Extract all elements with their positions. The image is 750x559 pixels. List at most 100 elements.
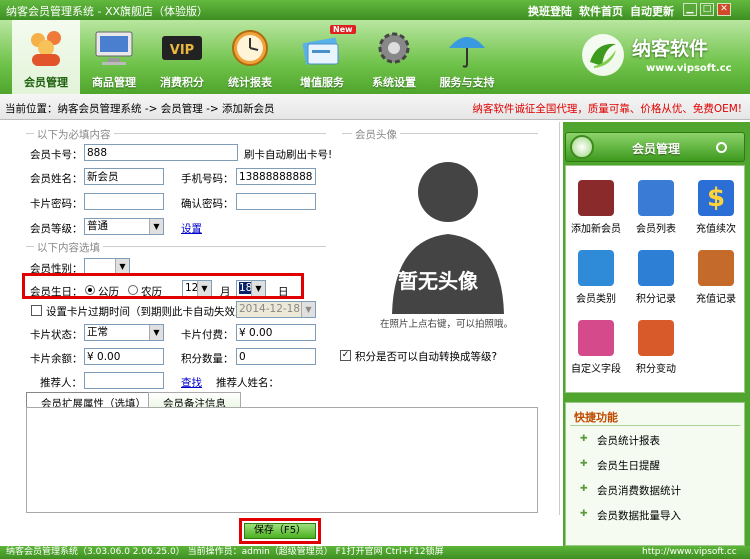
quick-title: 快捷功能	[574, 411, 618, 424]
member-function-grid: 添加新会员 会员列表 $ 充值续次 会员类别 积分记录 充值记录 自定义字段 积分…	[565, 165, 745, 393]
nav-value-added-services[interactable]: New 增值服务	[284, 20, 360, 94]
members-icon	[31, 31, 61, 66]
expiry-label: 设置卡片过期时间（到期则此卡自动失效）	[46, 306, 246, 318]
nav-label: 增值服务	[300, 76, 344, 89]
new-badge: New	[330, 25, 356, 34]
agent-notice: 纳客软件诚征全国代理，质量可靠、价格从优、免费OEM!	[472, 103, 742, 115]
nav-label: 商品管理	[92, 76, 136, 89]
level-select[interactable]: 普通 ▼	[84, 218, 164, 235]
find-referrer-link[interactable]: 查找	[181, 375, 202, 390]
item-label: 积分变动	[636, 364, 676, 375]
auto-update-link[interactable]: 自动更新	[630, 3, 674, 19]
auto-level-label: 积分是否可以自动转换成等级?	[355, 351, 498, 363]
card-status-label: 卡片状态：	[30, 329, 83, 341]
card-status-select[interactable]: 正常 ▼	[84, 324, 164, 341]
recharge-record-item[interactable]: 充值记录	[686, 242, 746, 312]
panel-bullet-icon	[570, 135, 594, 159]
nav-member-management[interactable]: 会员管理	[12, 20, 80, 94]
add-member-item[interactable]: 添加新会员	[566, 172, 626, 242]
balance-label: 卡片余额：	[30, 353, 83, 365]
card-fee-input[interactable]	[236, 324, 316, 341]
points-input[interactable]	[236, 348, 316, 365]
status-url: http://www.vipsoft.cc	[642, 547, 737, 557]
auto-level-checkbox[interactable]: ✓	[340, 350, 351, 361]
item-label: 积分记录	[636, 294, 676, 305]
balance-input[interactable]	[84, 348, 164, 365]
title-bar: 纳客会员管理系统 - XX旗舰店（体验版） 换班登陆 软件首页 自动更新 ▁ □…	[0, 0, 750, 20]
main-toolbar: 会员管理 商品管理 VIP 消费积分 统计报表 New 增值服务 系统设置 服务…	[0, 20, 750, 94]
card-no-input[interactable]	[84, 144, 238, 161]
level-label: 会员等级：	[30, 223, 83, 235]
nav-label: 消费积分	[160, 76, 204, 89]
maximize-icon[interactable]: □	[700, 3, 714, 16]
confirm-password-input[interactable]	[236, 193, 316, 210]
custom-field-item[interactable]: 自定义字段	[566, 312, 626, 382]
password-input[interactable]	[84, 193, 164, 210]
expiry-date-picker[interactable]: 2014-12-18 ▼	[236, 301, 316, 318]
item-label: 会员列表	[636, 224, 676, 235]
bullet-icon: ✚	[580, 434, 588, 444]
quick-functions: 快捷功能 ✚ 会员统计报表 ✚ 会员生日提醒 ✚ 会员消费数据统计 ✚ 会员数据…	[565, 402, 745, 546]
fireworks-icon	[578, 320, 614, 356]
points-label: 积分数量：	[181, 353, 234, 365]
item-label: 充值记录	[696, 294, 736, 305]
phone-label: 手机号码：	[181, 173, 234, 185]
bullet-icon: ✚	[580, 509, 588, 519]
nav-service-support[interactable]: 服务与支持	[428, 20, 506, 94]
nav-system-settings[interactable]: 系统设置	[360, 20, 428, 94]
quick-batch-import[interactable]: 会员数据批量导入	[597, 508, 681, 523]
chevron-down-icon: ▼	[149, 325, 163, 340]
password-label: 卡片密码：	[30, 198, 83, 210]
magnifier-icon	[698, 250, 734, 286]
name-input[interactable]	[84, 168, 164, 185]
phone-input[interactable]	[236, 168, 316, 185]
add-member-icon	[578, 180, 614, 216]
avatar-photo[interactable]: 暂无头像	[372, 144, 524, 314]
item-label: 充值续次	[696, 224, 736, 235]
referrer-name-label: 推荐人姓名：	[216, 377, 279, 389]
recharge-item[interactable]: $ 充值续次	[686, 172, 746, 242]
card-swipe-hint: 刷卡自动刷出卡号!	[244, 149, 333, 161]
clock-icon	[232, 30, 268, 66]
logo-name: 纳客软件	[632, 38, 709, 60]
nav-label: 系统设置	[372, 76, 416, 89]
level-settings-link[interactable]: 设置	[181, 221, 202, 236]
points-change-item[interactable]: 积分变动	[626, 312, 686, 382]
item-label: 自定义字段	[571, 364, 621, 375]
panel-circle-icon	[716, 142, 727, 153]
switch-shift-link[interactable]: 换班登陆	[528, 3, 572, 19]
birthday-highlight	[22, 273, 304, 299]
save-button[interactable]: 保存（F5）	[244, 523, 316, 539]
minimize-icon[interactable]: ▁	[683, 3, 697, 16]
item-label: 添加新会员	[571, 224, 621, 235]
software-home-link[interactable]: 软件首页	[579, 3, 623, 19]
group-required-label: 以下为必填内容	[34, 127, 114, 142]
nav-consumption-points[interactable]: VIP 消费积分	[148, 20, 216, 94]
level-value: 普通	[87, 220, 108, 232]
referrer-input[interactable]	[84, 372, 164, 389]
chevron-down-icon: ▼	[149, 219, 163, 234]
avatar-hint: 在照片上点右键，可以拍照哦。	[380, 319, 514, 330]
dollar-icon: $	[698, 180, 734, 216]
logo-url: www.vipsoft.cc	[646, 63, 732, 74]
refresh-icon	[638, 320, 674, 356]
name-label: 会员姓名：	[30, 173, 83, 185]
truck-icon	[638, 250, 674, 286]
quick-member-stats[interactable]: 会员统计报表	[597, 433, 660, 448]
quick-consumption-stats[interactable]: 会员消费数据统计	[597, 483, 681, 498]
member-category-item[interactable]: 会员类别	[566, 242, 626, 312]
quick-birthday-reminder[interactable]: 会员生日提醒	[597, 458, 660, 473]
nav-statistics-reports[interactable]: 统计报表	[216, 20, 284, 94]
nav-label: 会员管理	[24, 76, 68, 89]
status-bar: 纳客会员管理系统（3.03.06.0 2.06.25.0） 当前操作员：admi…	[0, 546, 750, 559]
tab-panel	[26, 407, 538, 513]
points-record-item[interactable]: 积分记录	[626, 242, 686, 312]
member-list-item[interactable]: 会员列表	[626, 172, 686, 242]
close-icon[interactable]: ✕	[717, 3, 731, 16]
expiry-checkbox[interactable]	[31, 305, 42, 316]
nav-product-management[interactable]: 商品管理	[80, 20, 148, 94]
folder-icon	[578, 250, 614, 286]
group-optional-label: 以下内容选填	[34, 240, 103, 255]
breadcrumb: 当前位置：纳客会员管理系统 -> 会员管理 -> 添加新会员	[5, 103, 275, 115]
gear-icon	[378, 32, 410, 64]
